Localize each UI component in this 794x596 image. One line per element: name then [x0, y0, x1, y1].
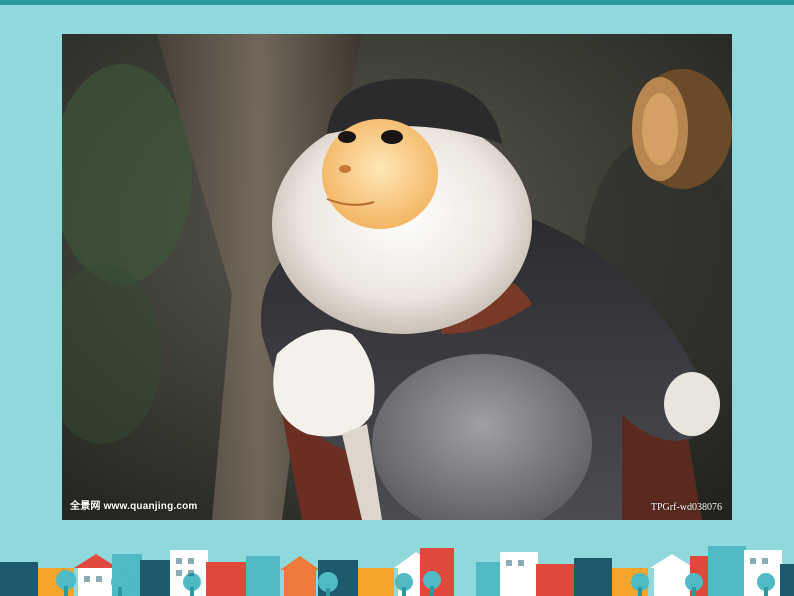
town-skyline-border: [0, 546, 794, 596]
monkey-photo: [62, 34, 732, 520]
photo-frame: 全景网 www.quanjing.com TPGrf-wd038076: [62, 34, 732, 520]
top-accent-bar: [0, 0, 794, 5]
watermark-left: 全景网 www.quanjing.com: [70, 501, 198, 512]
watermark-right: TPGrf-wd038076: [650, 502, 722, 513]
